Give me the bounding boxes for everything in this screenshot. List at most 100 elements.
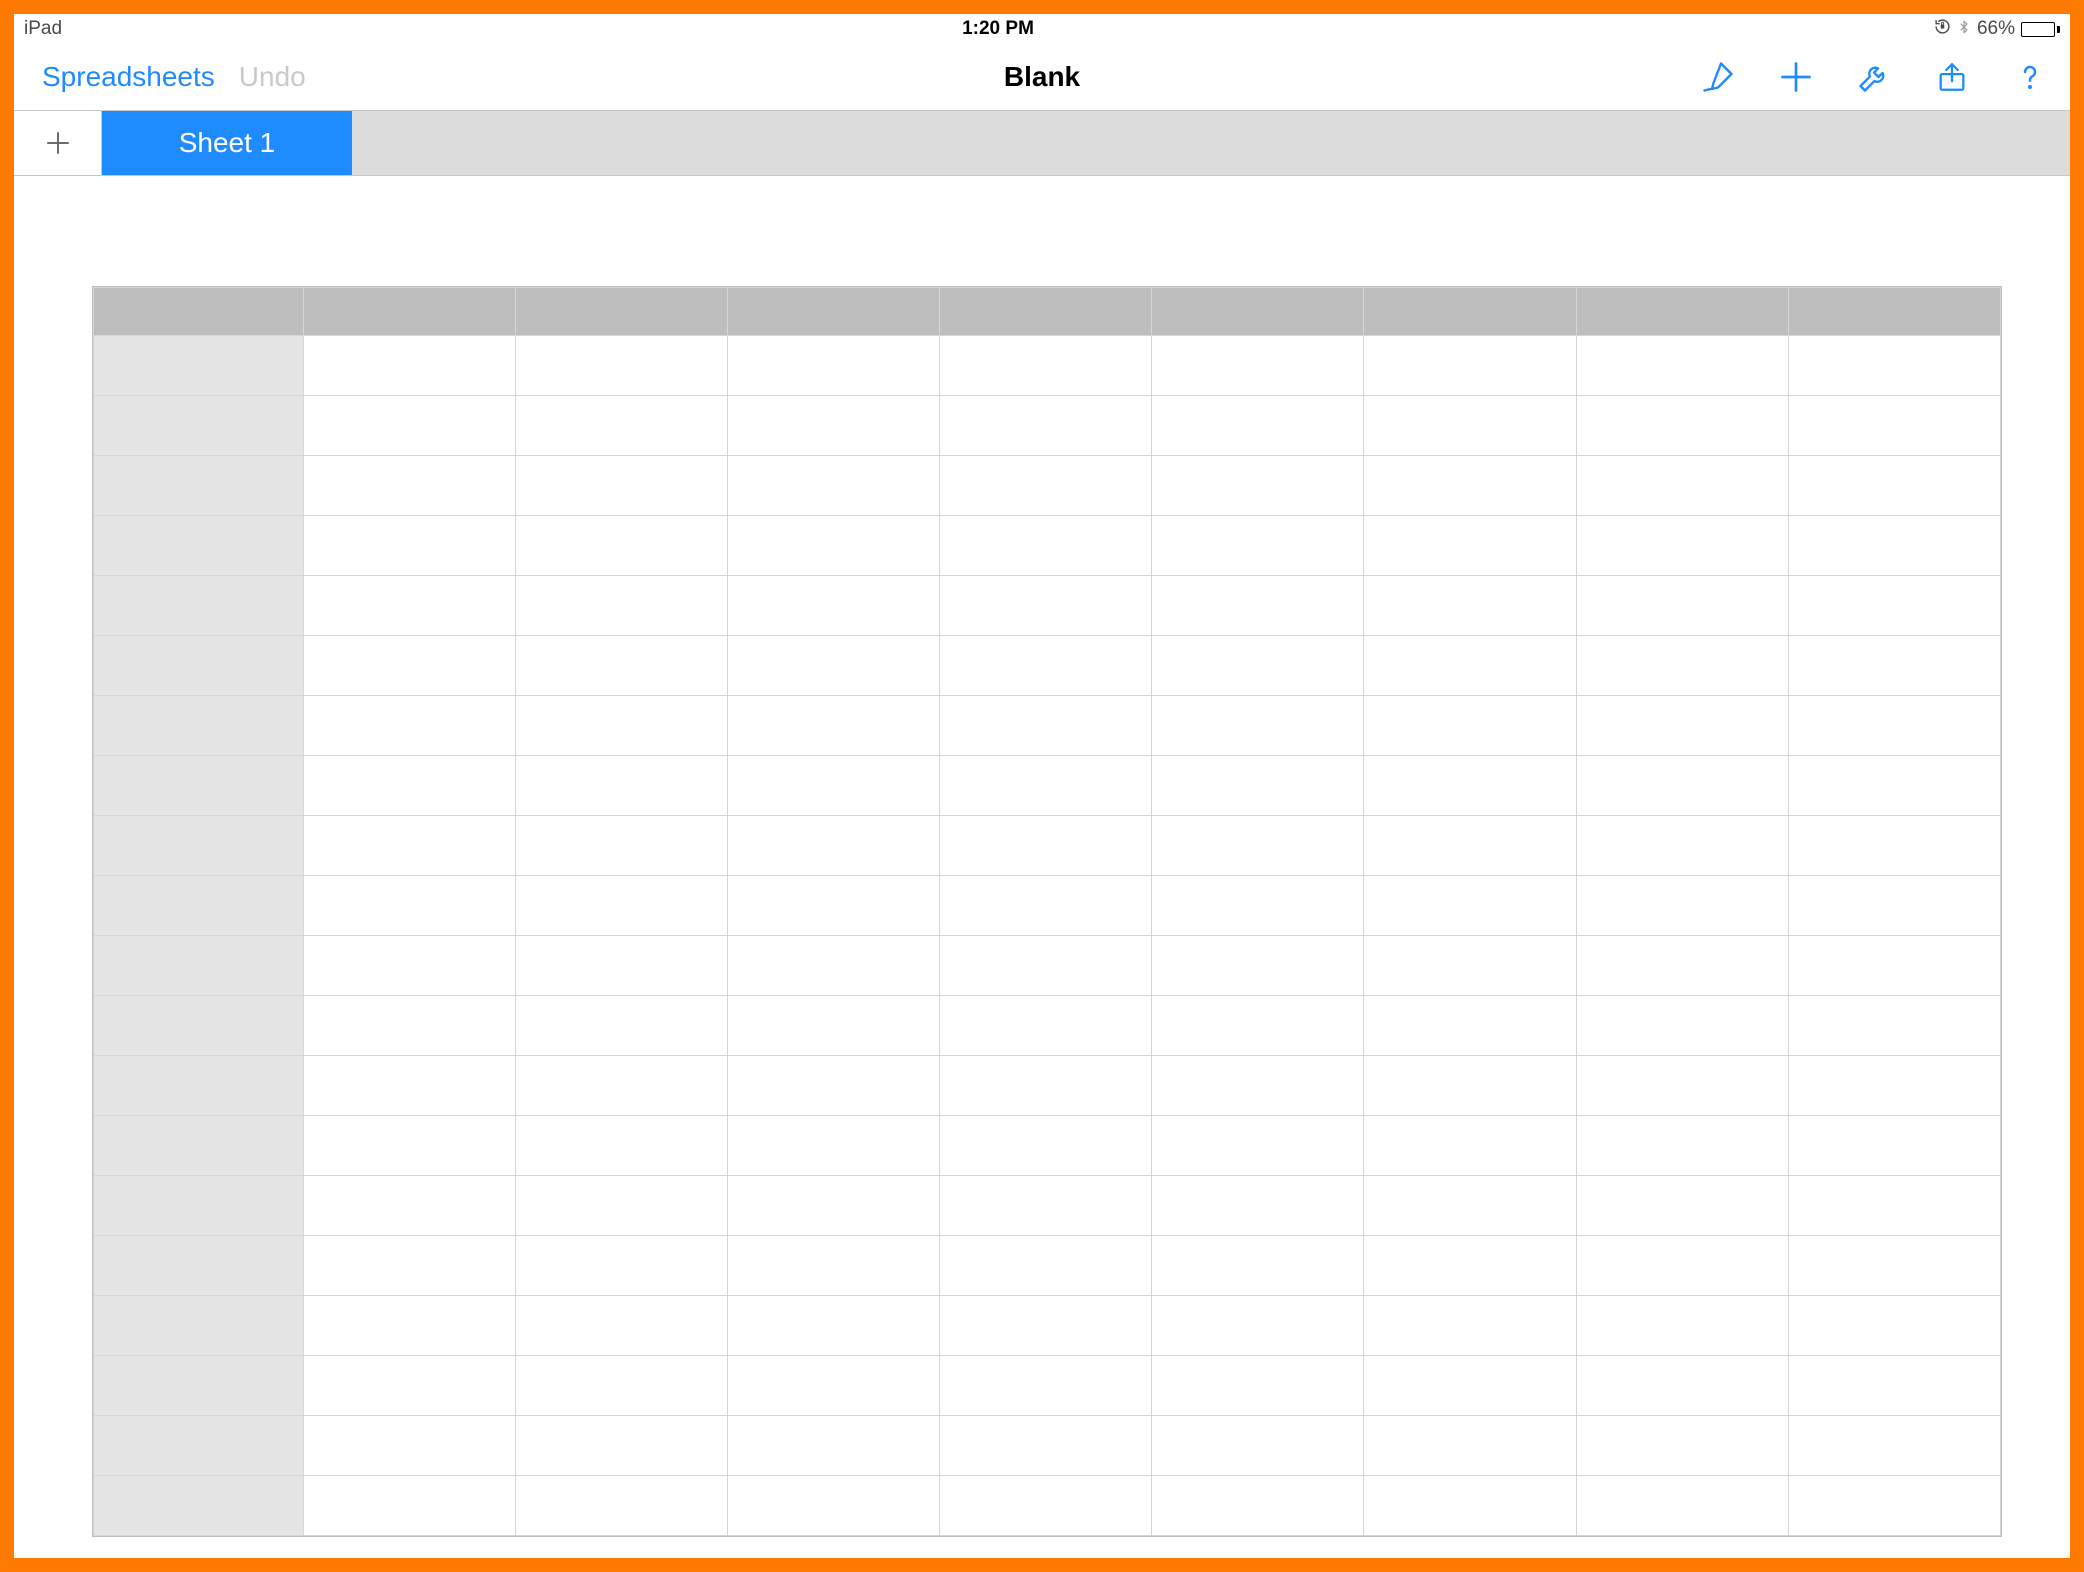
column-header[interactable] — [303, 288, 515, 336]
cell[interactable] — [515, 396, 727, 456]
cell[interactable] — [940, 1236, 1152, 1296]
cell[interactable] — [303, 1056, 515, 1116]
cell[interactable] — [728, 1296, 940, 1356]
cell[interactable] — [303, 456, 515, 516]
cell[interactable] — [1576, 1056, 1788, 1116]
cell[interactable] — [728, 396, 940, 456]
cell[interactable] — [728, 936, 940, 996]
cell[interactable] — [940, 636, 1152, 696]
cell[interactable] — [1152, 816, 1364, 876]
cell[interactable] — [515, 696, 727, 756]
cell[interactable] — [303, 576, 515, 636]
cell[interactable] — [1576, 696, 1788, 756]
cell[interactable] — [1788, 816, 2000, 876]
cell[interactable] — [1152, 576, 1364, 636]
cell[interactable] — [728, 1476, 940, 1536]
cell[interactable] — [515, 1176, 727, 1236]
cell[interactable] — [1152, 876, 1364, 936]
sheet-tab-active[interactable]: Sheet 1 — [102, 111, 352, 175]
cell[interactable] — [515, 1056, 727, 1116]
cell[interactable] — [1364, 1476, 1576, 1536]
cell[interactable] — [1364, 1236, 1576, 1296]
cell[interactable] — [1152, 1176, 1364, 1236]
row-header[interactable] — [94, 1296, 304, 1356]
cell[interactable] — [940, 1416, 1152, 1476]
corner-cell[interactable] — [94, 288, 304, 336]
cell[interactable] — [1576, 996, 1788, 1056]
cell[interactable] — [1364, 1176, 1576, 1236]
column-header[interactable] — [1152, 288, 1364, 336]
row-header[interactable] — [94, 1356, 304, 1416]
cell[interactable] — [728, 816, 940, 876]
cell[interactable] — [940, 756, 1152, 816]
cell[interactable] — [303, 1416, 515, 1476]
cell[interactable] — [1576, 936, 1788, 996]
cell[interactable] — [1788, 1116, 2000, 1176]
cell[interactable] — [1576, 1416, 1788, 1476]
cell[interactable] — [1364, 396, 1576, 456]
cell[interactable] — [303, 1176, 515, 1236]
cell[interactable] — [940, 996, 1152, 1056]
row-header[interactable] — [94, 516, 304, 576]
spreadsheet-canvas[interactable] — [14, 176, 2070, 1558]
row-header[interactable] — [94, 1416, 304, 1476]
cell[interactable] — [728, 516, 940, 576]
cell[interactable] — [1576, 1236, 1788, 1296]
cell[interactable] — [303, 756, 515, 816]
cell[interactable] — [1788, 1416, 2000, 1476]
cell[interactable] — [1576, 876, 1788, 936]
cell[interactable] — [303, 936, 515, 996]
cell[interactable] — [1364, 936, 1576, 996]
cell[interactable] — [940, 336, 1152, 396]
cell[interactable] — [515, 636, 727, 696]
cell[interactable] — [1576, 396, 1788, 456]
cell[interactable] — [728, 636, 940, 696]
cell[interactable] — [515, 516, 727, 576]
row-header[interactable] — [94, 636, 304, 696]
cell[interactable] — [515, 936, 727, 996]
cell[interactable] — [940, 816, 1152, 876]
cell[interactable] — [1152, 1116, 1364, 1176]
cell[interactable] — [1364, 516, 1576, 576]
cell[interactable] — [1152, 336, 1364, 396]
cell[interactable] — [1364, 336, 1576, 396]
column-header-row[interactable] — [94, 288, 2001, 336]
cell[interactable] — [728, 576, 940, 636]
cell[interactable] — [1576, 756, 1788, 816]
cell[interactable] — [1364, 576, 1576, 636]
cell[interactable] — [1788, 696, 2000, 756]
cell[interactable] — [1788, 576, 2000, 636]
cell[interactable] — [1152, 1296, 1364, 1356]
cell[interactable] — [728, 456, 940, 516]
column-header[interactable] — [1576, 288, 1788, 336]
cell[interactable] — [1152, 516, 1364, 576]
cell[interactable] — [1788, 1476, 2000, 1536]
cell[interactable] — [1364, 636, 1576, 696]
cell[interactable] — [1788, 1296, 2000, 1356]
back-button[interactable]: Spreadsheets — [42, 61, 215, 93]
cell[interactable] — [728, 876, 940, 936]
row-header[interactable] — [94, 1476, 304, 1536]
row-header[interactable] — [94, 1056, 304, 1116]
cell[interactable] — [303, 816, 515, 876]
cell[interactable] — [728, 336, 940, 396]
column-header[interactable] — [728, 288, 940, 336]
cell[interactable] — [940, 696, 1152, 756]
cell[interactable] — [940, 1296, 1152, 1356]
cell[interactable] — [1788, 516, 2000, 576]
cell[interactable] — [515, 456, 727, 516]
cell[interactable] — [1788, 1236, 2000, 1296]
cell[interactable] — [1152, 696, 1364, 756]
cell[interactable] — [1788, 876, 2000, 936]
row-header[interactable] — [94, 936, 304, 996]
cell[interactable] — [515, 876, 727, 936]
cell[interactable] — [728, 756, 940, 816]
cell[interactable] — [1364, 996, 1576, 1056]
cell[interactable] — [1788, 1056, 2000, 1116]
cell[interactable] — [728, 1176, 940, 1236]
cell[interactable] — [303, 1356, 515, 1416]
cell[interactable] — [1152, 1056, 1364, 1116]
cell[interactable] — [1576, 1116, 1788, 1176]
row-header[interactable] — [94, 996, 304, 1056]
cell[interactable] — [1576, 576, 1788, 636]
